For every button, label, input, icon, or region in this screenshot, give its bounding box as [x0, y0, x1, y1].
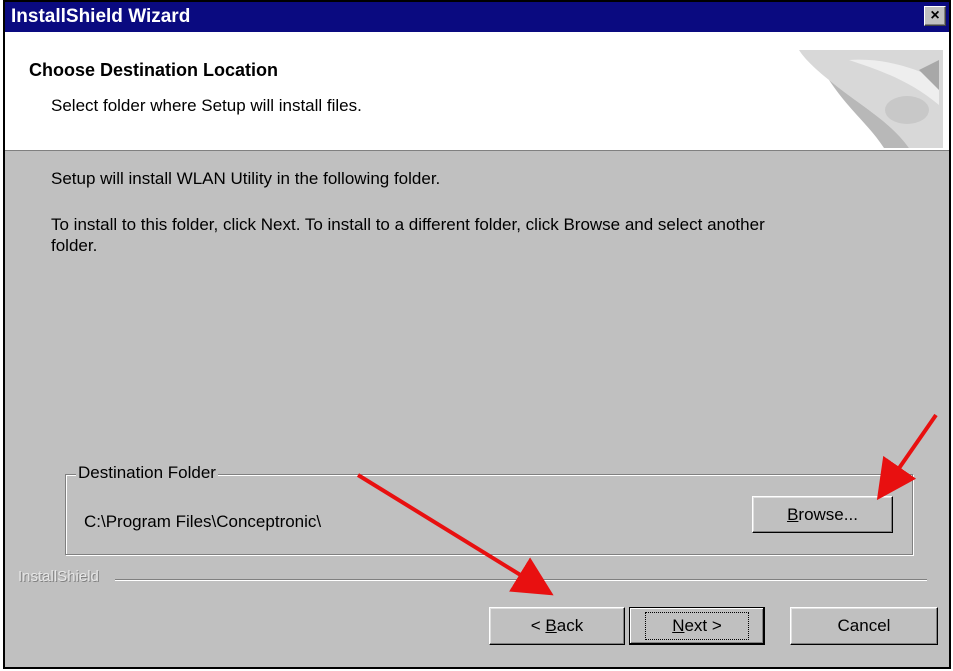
footer-divider: [115, 579, 927, 581]
wizard-header: Choose Destination Location Select folde…: [5, 32, 949, 151]
installshield-brand: InstallShield: [18, 568, 99, 585]
destination-folder-group: Destination Folder C:\Program Files\Conc…: [65, 463, 913, 555]
back-button-label: < Back: [530, 616, 584, 635]
next-button[interactable]: Next >: [629, 607, 765, 645]
close-icon: ×: [930, 7, 940, 24]
close-button[interactable]: ×: [924, 6, 946, 26]
destination-folder-legend: Destination Folder: [76, 463, 218, 483]
window-title: InstallShield Wizard: [11, 6, 191, 27]
installshield-graphic-icon: [799, 50, 943, 148]
destination-path: C:\Program Files\Conceptronic\: [84, 512, 322, 531]
browse-button-label: Browse...: [787, 504, 858, 524]
installshield-wizard-window: InstallShield Wizard × Choose Destinatio…: [3, 0, 951, 669]
install-info-text: Setup will install WLAN Utility in the f…: [51, 169, 441, 188]
page-title: Choose Destination Location: [29, 60, 279, 80]
browse-button[interactable]: Browse...: [752, 496, 893, 533]
instructions-text-line1: To install to this folder, click Next. T…: [51, 215, 765, 234]
instructions-text-line2: folder.: [51, 236, 98, 255]
title-bar: InstallShield Wizard ×: [5, 2, 949, 32]
next-button-label: Next >: [645, 612, 749, 640]
page-subtitle: Select folder where Setup will install f…: [51, 96, 362, 115]
cancel-button[interactable]: Cancel: [790, 607, 938, 645]
cancel-button-label: Cancel: [837, 616, 891, 635]
back-button[interactable]: < Back: [489, 607, 625, 645]
